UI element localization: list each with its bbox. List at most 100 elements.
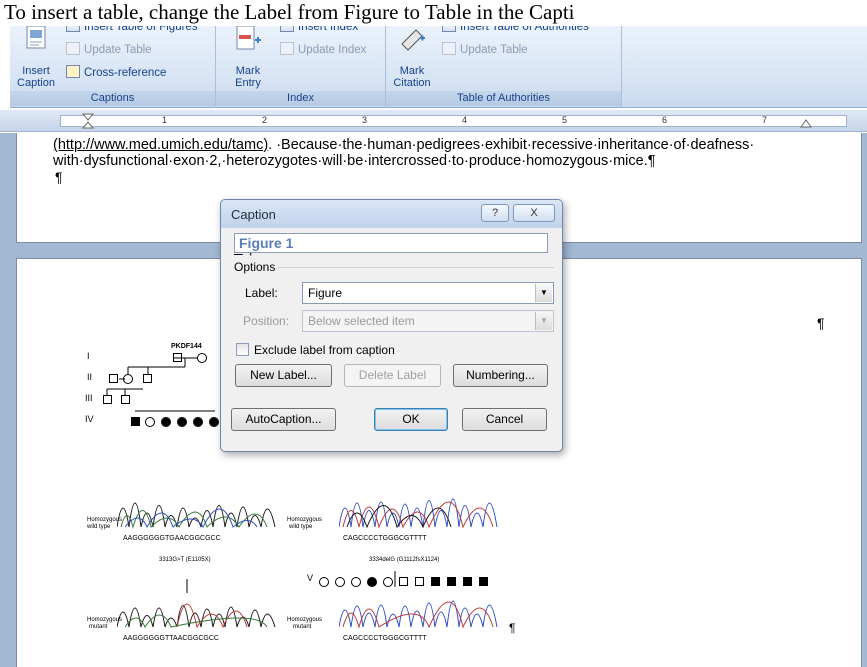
horizontal-ruler[interactable]: 1 2 3 4 5 6 7 (0, 110, 867, 132)
update-table-icon (66, 42, 80, 55)
options-separator (278, 267, 554, 268)
chromatogram-label: Homozygous (287, 617, 323, 623)
ruler-number: 3 (362, 115, 368, 125)
chromatogram-mutant-left (117, 579, 276, 629)
chromatogram-mutant-right (339, 571, 498, 629)
update-authorities-table-button[interactable]: Update Table (442, 42, 528, 58)
ok-button[interactable]: OK (374, 408, 448, 431)
mark-citation-icon (401, 29, 425, 51)
label-select[interactable]: Figure ▼ (302, 282, 554, 304)
position-field-label: Position: (243, 314, 290, 328)
document-line-1: (http://www.med.umich.edu/tamc). ·Becaus… (53, 137, 754, 153)
ruler-number: 6 (662, 115, 668, 125)
sequence-text: AAGGGGGGTGAACGGCGCC (123, 535, 221, 542)
paragraph-mark: ¶ (817, 315, 825, 331)
captions-group-title: Captions (10, 91, 215, 106)
mark-entry-label-1: Mark (235, 65, 261, 77)
update-index-button[interactable]: Update Index (280, 42, 366, 58)
cancel-button[interactable]: Cancel (462, 408, 547, 431)
help-icon: ? (491, 207, 499, 219)
exclude-label-checkbox[interactable] (236, 343, 249, 356)
chromatogram-label: Homozygous (287, 517, 323, 523)
indent-marker-icon[interactable] (82, 113, 94, 129)
update-table-button[interactable]: Update Table (66, 42, 152, 58)
cross-reference-label: Cross-reference (84, 67, 167, 79)
position-select-value: Below selected item (308, 314, 415, 328)
ruler-number: 1 (162, 115, 168, 125)
ruler-number: 5 (562, 115, 568, 125)
mark-citation-label-2: Citation (393, 77, 431, 89)
document-line-2: with·dysfunctional·exon·2,·heterozygotes… (53, 153, 656, 169)
mark-entry-label-2: Entry (235, 77, 261, 89)
chromatogram-wildtype-left (117, 502, 276, 529)
help-button[interactable]: ? (481, 204, 509, 222)
generation-label: I (87, 351, 90, 361)
cross-reference-button[interactable]: Cross-reference (66, 65, 166, 81)
references-ribbon: Insert Caption Insert Table of Figures U… (10, 16, 867, 108)
dialog-title: Caption (231, 207, 276, 222)
chromatogram-label: wild type (87, 524, 111, 530)
dialog-titlebar[interactable]: Caption ? X (221, 200, 562, 228)
caption-input[interactable] (234, 233, 548, 253)
paragraph-mark: ¶ (509, 621, 516, 635)
label-select-value: Figure (308, 286, 343, 300)
tamc-link[interactable]: (http://www.med.umich.edu/tamc) (53, 137, 268, 153)
delete-label-button[interactable]: Delete Label (344, 364, 441, 387)
sequence-text: AAGGGGGGTTAACGGCGCC (123, 635, 219, 642)
generation-label-v: V (307, 573, 314, 583)
update-authorities-label: Update Table (460, 44, 528, 56)
update-index-label: Update Index (298, 44, 367, 56)
insert-caption-icon (26, 25, 46, 49)
instruction-banner: To insert a table, change the Label from… (0, 0, 867, 26)
chromatogram-wildtype-right (339, 498, 498, 529)
ruler-number: 7 (762, 115, 768, 125)
update-index-icon (280, 42, 294, 55)
cross-reference-icon (66, 65, 80, 78)
generation-label: IV (85, 414, 94, 424)
insert-caption-label-2: Caption (17, 77, 55, 89)
label-field-label: Label: (245, 286, 278, 300)
sequence-text: CAGCCCCTGGGCGTTTT (343, 535, 427, 542)
mutation-title: 3334delG (G1112fsX1124) (369, 557, 440, 563)
update-authorities-icon (442, 42, 456, 55)
close-icon: X (530, 207, 538, 219)
insert-caption-label-1: Insert (22, 65, 50, 77)
captions-group: Insert Caption Insert Table of Figures U… (10, 16, 216, 108)
table-of-authorities-group: Mark Citation Insert Table of Authoritie… (386, 16, 622, 108)
options-label: Options (234, 260, 276, 274)
autocaption-button[interactable]: AutoCaption... (231, 408, 336, 431)
generation-label: II (87, 372, 93, 382)
ruler-number: 4 (462, 115, 468, 125)
index-group: Mark Entry Insert Index Update Index Ind… (216, 16, 386, 108)
chromatogram-label: mutant (89, 624, 108, 630)
chevron-down-icon[interactable]: ▼ (535, 312, 552, 330)
new-label-button[interactable]: New Label... (235, 364, 332, 387)
document-line-1-text: . ·Because·the·human·pedigrees·exhibit·r… (268, 137, 755, 153)
chromatogram-label: wild type (289, 524, 313, 530)
mark-entry-icon (236, 25, 261, 50)
mark-citation-button[interactable]: Mark Citation (390, 24, 434, 89)
sequence-text: CAGCCCCTGGGCGTTTT (343, 635, 427, 642)
chromatogram-label: mutant (293, 624, 312, 630)
chevron-down-icon[interactable]: ▼ (535, 284, 552, 302)
generation-label: III (85, 393, 93, 403)
chromatogram-label: Homozygous (87, 517, 123, 523)
position-select[interactable]: Below selected item ▼ (302, 310, 554, 332)
update-table-label: Update Table (84, 44, 152, 56)
mark-citation-label-1: Mark (399, 65, 425, 77)
pedigree-female (319, 577, 329, 587)
chromatogram-label: Homozygous (87, 617, 123, 623)
numbering-button[interactable]: Numbering... (453, 364, 548, 387)
ruler-strip (60, 115, 847, 127)
mutation-title: 3313G>T (E1105X) (159, 557, 211, 563)
mark-entry-button[interactable]: Mark Entry (228, 24, 268, 89)
right-indent-marker-icon[interactable] (800, 118, 812, 128)
pedigree-lines (106, 357, 215, 412)
insert-caption-button[interactable]: Insert Caption (16, 24, 56, 89)
paragraph-mark: ¶ (55, 169, 63, 185)
index-group-title: Index (216, 91, 385, 106)
pedigree-family-label: PKDF144 (171, 343, 202, 350)
authorities-group-title: Table of Authorities (386, 91, 621, 106)
close-button[interactable]: X (513, 204, 555, 222)
exclude-label-text: Exclude label from caption (254, 343, 395, 357)
